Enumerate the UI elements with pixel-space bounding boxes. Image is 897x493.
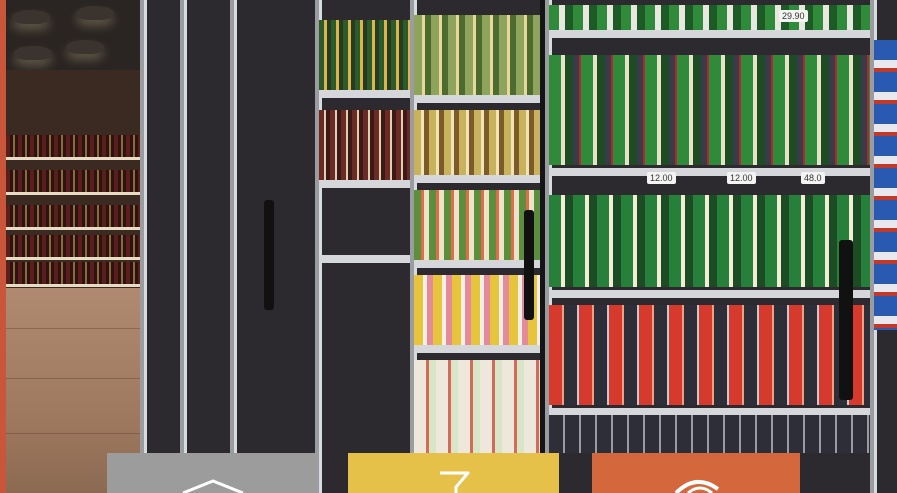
pendant-lamp: [66, 40, 104, 54]
pendant-lamp: [76, 6, 114, 20]
pendant-lamp: [14, 46, 52, 60]
wine-shelf-row: [6, 262, 146, 287]
cooler-door: [870, 0, 897, 493]
price-tag: 12.00: [727, 172, 756, 184]
store-photo: 29.90 12.00 12.00 48.0: [0, 0, 897, 493]
door-handle: [839, 240, 853, 400]
globe-icon: [674, 480, 720, 493]
cooler-door: [230, 0, 315, 493]
wine-shelf-row: [6, 135, 146, 160]
cooler-doors: 29.90 12.00 12.00 48.0: [140, 0, 897, 493]
orange-tile[interactable]: [592, 453, 800, 493]
cooler-door: 29.90 12.00 12.00 48.0: [545, 0, 870, 493]
house-icon: [181, 479, 244, 493]
cooler-door: [180, 0, 230, 493]
wine-shelf-row: [6, 235, 146, 260]
door-handle: [264, 200, 274, 310]
cocktail-glass-icon: [439, 471, 469, 493]
wine-shelf-row: [6, 170, 146, 195]
price-tag: 48.0: [801, 172, 825, 184]
cooler-door: [140, 0, 180, 493]
wine-shelving: [6, 70, 156, 300]
door-handle: [524, 210, 534, 320]
yellow-tile[interactable]: [348, 453, 559, 493]
cooler-door: [410, 0, 540, 493]
cooler-door: [315, 0, 410, 493]
category-tiles: [0, 453, 897, 493]
price-tag: 29.90: [779, 10, 808, 22]
price-tag: 12.00: [647, 172, 676, 184]
pendant-lamp: [12, 10, 50, 24]
gray-tile[interactable]: [107, 453, 318, 493]
wine-shelf-row: [6, 205, 146, 230]
